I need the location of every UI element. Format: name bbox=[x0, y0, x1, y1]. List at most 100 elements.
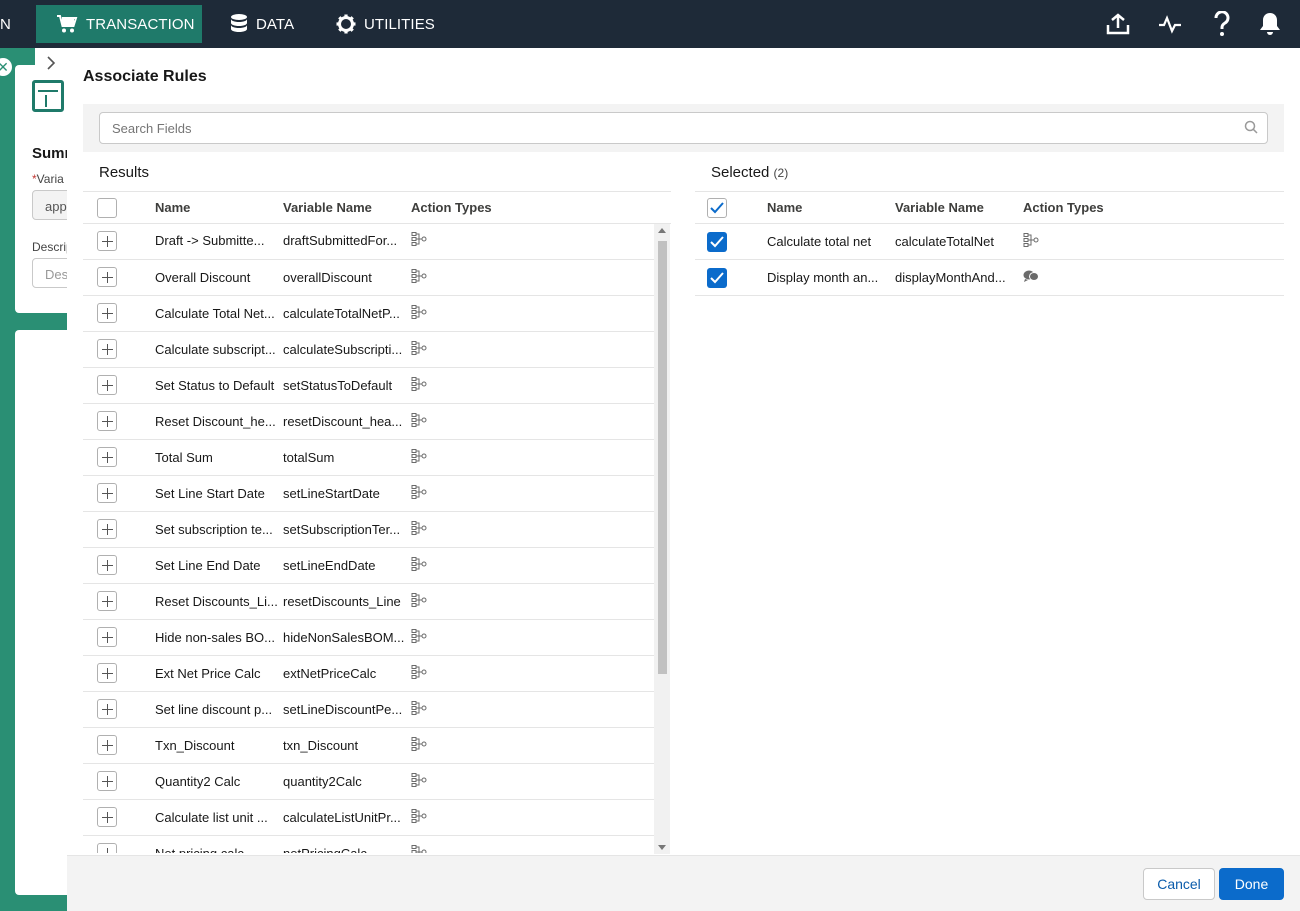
nav-item-utilities[interactable]: UTILITIES bbox=[336, 5, 435, 43]
results-col-variable[interactable]: Variable Name bbox=[283, 191, 411, 224]
results-row[interactable]: Reset Discounts_Li... resetDiscounts_Line bbox=[83, 583, 654, 620]
results-row[interactable]: Set Line End Date setLineEndDate bbox=[83, 547, 654, 584]
rule-tree-icon bbox=[411, 592, 427, 610]
row-checkbox[interactable] bbox=[707, 231, 727, 252]
nav-item-transaction[interactable]: TRANSACTION bbox=[36, 5, 202, 43]
row-name-text: Calculate Total Net... bbox=[155, 305, 275, 321]
results-row[interactable]: Calculate subscript... calculateSubscript… bbox=[83, 331, 654, 368]
gear-icon bbox=[336, 14, 356, 34]
background-variable-label: *Varia bbox=[32, 172, 64, 186]
results-col-name[interactable]: Name bbox=[155, 191, 283, 224]
results-list[interactable]: Draft -> Submitte... draftSubmittedFor...… bbox=[83, 223, 671, 853]
cart-icon bbox=[57, 15, 78, 33]
nav-item-truncated[interactable]: N bbox=[0, 5, 12, 43]
scroll-down-arrow[interactable] bbox=[658, 845, 666, 850]
row-variable-text: calculateListUnitPr... bbox=[283, 809, 401, 825]
selected-row-name: Display month an... bbox=[767, 259, 895, 296]
add-rule-button[interactable] bbox=[97, 699, 117, 719]
results-row-control-cell bbox=[83, 691, 155, 728]
add-rule-button[interactable] bbox=[97, 663, 117, 683]
results-row[interactable]: Set subscription te... setSubscriptionTer… bbox=[83, 511, 654, 548]
rule-tree-icon bbox=[411, 628, 427, 646]
add-rule-button[interactable] bbox=[97, 411, 117, 431]
rule-tree-icon bbox=[411, 772, 427, 790]
results-row-action bbox=[411, 511, 654, 548]
results-row[interactable]: Hide non-sales BO... hideNonSalesBOM... bbox=[83, 619, 654, 656]
selected-col-action[interactable]: Action Types bbox=[1023, 191, 1284, 224]
add-rule-button[interactable] bbox=[97, 591, 117, 611]
results-row-action bbox=[411, 223, 654, 260]
nav-item-data[interactable]: DATA bbox=[230, 5, 294, 43]
results-row-name: Quantity2 Calc bbox=[155, 763, 283, 800]
results-row-control-cell bbox=[83, 583, 155, 620]
results-row-action bbox=[411, 763, 654, 800]
row-variable-text: setSubscriptionTer... bbox=[283, 521, 401, 537]
results-row-control-cell bbox=[83, 223, 155, 260]
results-row[interactable]: Set Status to Default setStatusToDefault bbox=[83, 367, 654, 404]
row-variable-text: calculateSubscripti... bbox=[283, 341, 403, 357]
notifications-button[interactable] bbox=[1256, 10, 1284, 38]
results-row-name: Hide non-sales BO... bbox=[155, 619, 283, 656]
selected-col-variable[interactable]: Variable Name bbox=[895, 191, 1023, 224]
add-rule-button[interactable] bbox=[97, 555, 117, 575]
add-rule-button[interactable] bbox=[97, 627, 117, 647]
add-rule-button[interactable] bbox=[97, 735, 117, 755]
add-rule-button[interactable] bbox=[97, 843, 117, 853]
row-variable-text: calculateTotalNetP... bbox=[283, 305, 400, 321]
upload-button[interactable] bbox=[1104, 10, 1132, 38]
results-row-variable: draftSubmittedFor... bbox=[283, 223, 411, 260]
search-input[interactable] bbox=[99, 112, 1268, 144]
associate-rules-panel: Associate Rules Results Name Variable Na… bbox=[67, 48, 1300, 911]
selected-row-name: Calculate total net bbox=[767, 223, 895, 260]
rule-tree-icon bbox=[411, 412, 427, 430]
panel-title: Associate Rules bbox=[83, 68, 207, 85]
help-button[interactable] bbox=[1208, 10, 1236, 38]
selected-row[interactable]: Display month an... displayMonthAnd... bbox=[695, 259, 1284, 296]
select-all-checkbox[interactable] bbox=[97, 197, 117, 218]
add-rule-button[interactable] bbox=[97, 483, 117, 503]
cancel-button[interactable]: Cancel bbox=[1143, 868, 1215, 900]
add-rule-button[interactable] bbox=[97, 375, 117, 395]
results-row[interactable]: Overall Discount overallDiscount bbox=[83, 259, 654, 296]
scroll-thumb[interactable] bbox=[658, 241, 667, 674]
selected-row-control-cell bbox=[695, 259, 767, 296]
results-row[interactable]: Net pricing calc netPricingCalc bbox=[83, 835, 654, 853]
row-name-text: Reset Discount_he... bbox=[155, 413, 276, 429]
results-row[interactable]: Draft -> Submitte... draftSubmittedFor... bbox=[83, 223, 654, 260]
results-row[interactable]: Calculate Total Net... calculateTotalNetP… bbox=[83, 295, 654, 332]
row-name-text: Draft -> Submitte... bbox=[155, 233, 265, 249]
selected-all-checkbox[interactable] bbox=[707, 197, 727, 218]
row-variable-text: draftSubmittedFor... bbox=[283, 233, 398, 249]
done-button[interactable]: Done bbox=[1219, 868, 1284, 900]
add-rule-button[interactable] bbox=[97, 303, 117, 323]
selected-row[interactable]: Calculate total net calculateTotalNet bbox=[695, 223, 1284, 260]
selected-col-name[interactable]: Name bbox=[767, 191, 895, 224]
results-row[interactable]: Txn_Discount txn_Discount bbox=[83, 727, 654, 764]
add-rule-button[interactable] bbox=[97, 339, 117, 359]
add-rule-button[interactable] bbox=[97, 807, 117, 827]
add-rule-button[interactable] bbox=[97, 447, 117, 467]
background-variable-input[interactable]: app bbox=[32, 190, 72, 220]
scroll-up-arrow[interactable] bbox=[658, 228, 666, 233]
row-name-text: Net pricing calc bbox=[155, 845, 244, 854]
results-row[interactable]: Ext Net Price Calc extNetPriceCalc bbox=[83, 655, 654, 692]
add-rule-button[interactable] bbox=[97, 771, 117, 791]
background-description-input[interactable]: Des bbox=[32, 258, 72, 288]
row-checkbox[interactable] bbox=[707, 267, 727, 288]
results-row[interactable]: Quantity2 Calc quantity2Calc bbox=[83, 763, 654, 800]
results-col-action[interactable]: Action Types bbox=[411, 191, 671, 224]
activity-button[interactable] bbox=[1156, 10, 1184, 38]
add-rule-button[interactable] bbox=[97, 267, 117, 287]
results-scrollbar[interactable] bbox=[654, 224, 670, 854]
results-row[interactable]: Total Sum totalSum bbox=[83, 439, 654, 476]
add-rule-button[interactable] bbox=[97, 519, 117, 539]
collapse-panel-button[interactable] bbox=[35, 48, 67, 78]
results-row-name: Set line discount p... bbox=[155, 691, 283, 728]
results-row[interactable]: Reset Discount_he... resetDiscount_hea... bbox=[83, 403, 654, 440]
results-row[interactable]: Calculate list unit ... calculateListUnit… bbox=[83, 799, 654, 836]
results-row[interactable]: Set line discount p... setLineDiscountPe.… bbox=[83, 691, 654, 728]
results-row[interactable]: Set Line Start Date setLineStartDate bbox=[83, 475, 654, 512]
results-row-name: Calculate subscript... bbox=[155, 331, 283, 368]
add-rule-button[interactable] bbox=[97, 230, 117, 251]
results-row-name: Reset Discounts_Li... bbox=[155, 583, 283, 620]
